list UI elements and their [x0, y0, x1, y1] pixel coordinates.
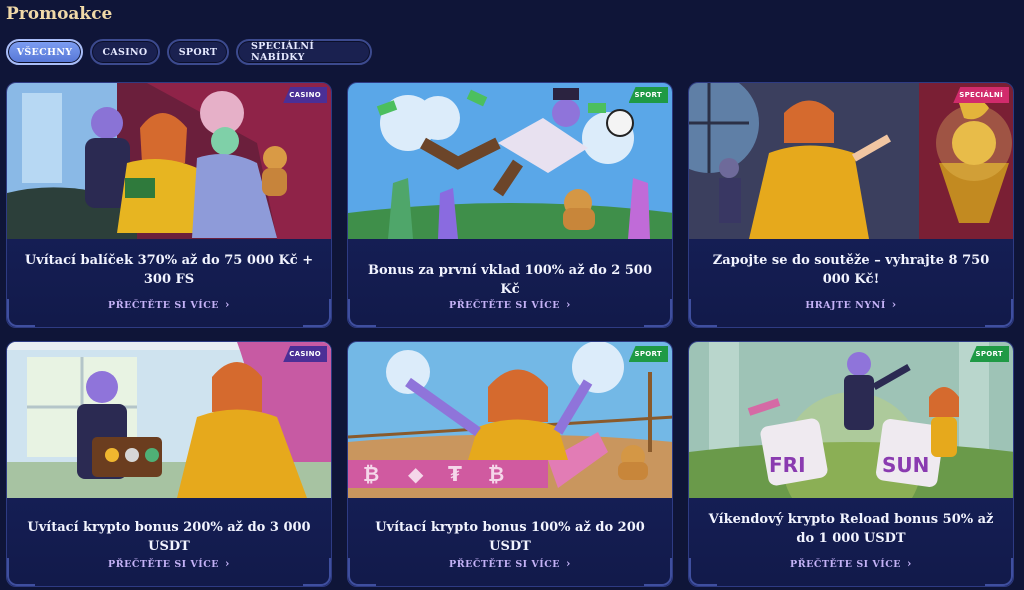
frame-ornament — [348, 558, 376, 586]
promo-card[interactable]: SPECIÁLNÍ Zapojte se do soutěže – vyhraj… — [688, 82, 1014, 328]
promo-image — [689, 83, 1013, 239]
link-label: HRAJTE NYNÍ — [805, 300, 886, 311]
filter-bar: VŠECHNY CASINO SPORT SPECIÁLNÍ NABÍDKY — [6, 39, 372, 65]
svg-text:₿: ₿ — [363, 462, 379, 486]
link-label: PŘEČTĚTE SI VÍCE — [108, 559, 220, 570]
chevron-right-icon: › — [566, 557, 571, 570]
category-tag: CASINO — [283, 346, 327, 362]
promo-image — [7, 83, 331, 239]
link-label: PŘEČTĚTE SI VÍCE — [790, 559, 902, 570]
frame-ornament — [303, 558, 331, 586]
play-now-link[interactable]: HRAJTE NYNÍ › — [689, 298, 1013, 311]
read-more-link[interactable]: PŘEČTĚTE SI VÍCE › — [348, 298, 672, 311]
promo-title: Zapojte se do soutěže – vyhrajte 8 750 0… — [712, 253, 990, 287]
link-label: PŘEČTĚTE SI VÍCE — [449, 559, 561, 570]
frame-ornament — [985, 558, 1013, 586]
svg-text:₮: ₮ — [448, 462, 462, 486]
link-label: PŘEČTĚTE SI VÍCE — [449, 300, 561, 311]
read-more-link[interactable]: PŘEČTĚTE SI VÍCE › — [689, 557, 1013, 570]
promo-image — [7, 342, 331, 498]
frame-ornament — [348, 299, 376, 327]
promo-title: Uvítací balíček 370% až do 75 000 Kč + 3… — [24, 253, 314, 287]
chevron-right-icon: › — [891, 298, 897, 311]
promo-image: ₿ ◆ ₮ ₿ — [348, 342, 672, 498]
frame-ornament — [689, 299, 717, 327]
svg-text:₿: ₿ — [488, 462, 504, 486]
chevron-right-icon: › — [566, 298, 571, 311]
chevron-right-icon: › — [907, 557, 912, 570]
frame-ornament — [689, 558, 717, 586]
frame-ornament — [303, 299, 331, 327]
frame-ornament — [985, 299, 1013, 327]
promo-image: FRI SUN — [689, 342, 1013, 498]
filter-special-offers[interactable]: SPECIÁLNÍ NABÍDKY — [236, 39, 372, 65]
frame-ornament — [644, 558, 672, 586]
read-more-link[interactable]: PŘEČTĚTE SI VÍCE › — [7, 557, 331, 570]
promo-image — [348, 83, 672, 239]
chevron-right-icon: › — [225, 298, 230, 311]
promo-card[interactable]: CASINO Uvítací krypto bonus 200% až do 3… — [6, 341, 332, 587]
read-more-link[interactable]: PŘEČTĚTE SI VÍCE › — [7, 298, 331, 311]
promo-card[interactable]: CASINO Uvítací balíček 370% až do 75 000… — [6, 82, 332, 328]
promo-card[interactable]: ₿ ◆ ₮ ₿ SPORT Uvítací krypto bonus 100% … — [347, 341, 673, 587]
filter-sport[interactable]: SPORT — [167, 39, 229, 65]
svg-text:◆: ◆ — [408, 462, 424, 486]
promo-card[interactable]: FRI SUN SPORT Víkendový krypto Reload bo… — [688, 341, 1014, 587]
promo-card[interactable]: SPORT Bonus za první vklad 100% až do 2 … — [347, 82, 673, 328]
filter-all[interactable]: VŠECHNY — [6, 39, 83, 65]
frame-ornament — [7, 558, 35, 586]
promo-title: Víkendový krypto Reload bonus 50% až do … — [708, 512, 994, 546]
svg-text:FRI: FRI — [769, 453, 806, 477]
link-label: PŘEČTĚTE SI VÍCE — [108, 300, 220, 311]
page-title: Promoakce — [6, 4, 113, 24]
chevron-right-icon: › — [225, 557, 230, 570]
promo-title: Uvítací krypto bonus 100% až do 200 USDT — [375, 520, 645, 554]
read-more-link[interactable]: PŘEČTĚTE SI VÍCE › — [348, 557, 672, 570]
promo-title: Uvítací krypto bonus 200% až do 3 000 US… — [27, 520, 311, 554]
filter-casino[interactable]: CASINO — [90, 39, 160, 65]
category-tag: SPECIÁLNÍ — [953, 87, 1009, 103]
frame-ornament — [7, 299, 35, 327]
category-tag: CASINO — [283, 87, 327, 103]
frame-ornament — [644, 299, 672, 327]
promo-title: Bonus za první vklad 100% až do 2 500 Kč — [367, 263, 653, 297]
svg-text:SUN: SUN — [882, 453, 929, 477]
